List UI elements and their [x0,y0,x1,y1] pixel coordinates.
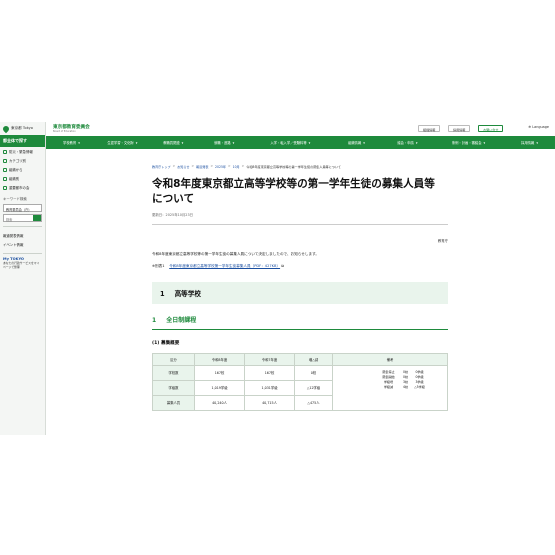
column-header: 増△減 [294,352,333,366]
table-row: 学校数 167校 167校 0校 募集停止 0校 0学級 募集開始 0校 0学級 学… [152,364,448,411]
org-name[interactable]: 東京都教育委員会 Board of Education [53,124,90,133]
gnav-item[interactable]: 学校教育 ▾ [46,140,97,145]
tokyo-logo[interactable]: 東京都 Tokyo [0,122,45,135]
people-icon [3,185,7,190]
breadcrumb-link[interactable]: 2025年 [215,164,226,169]
divider [3,226,42,227]
logo-text: 東京都 Tokyo [11,126,33,130]
list-icon [3,176,7,181]
subsection-heading-fulltime: 1 全日制課程 [152,312,448,330]
browser-viewport: 東京都 Tokyo 都全体で探す 防災・緊急情報 カテゴリ別 組織から 組織別 … [0,122,555,435]
gnav-item[interactable]: 就職・進路 ▾ [199,140,250,145]
left-sidebar: 東京都 Tokyo 都全体で探す 防災・緊急情報 カテゴリ別 組織から 組織別 … [0,122,46,435]
contact-button[interactable]: お問い合せ [478,125,504,132]
sidebar-item-meeting[interactable]: 重要都市の会 [0,183,45,192]
breadcrumb-link[interactable]: 教育庁トップ [152,164,171,169]
table-header-row: 区分 令和8年度 令和7年度 増△減 備考 [152,352,448,366]
gnav-item[interactable]: 条例・計画・審議会 ▾ [433,140,504,145]
department: 教育庁 [437,238,448,243]
column-header: 区分 [152,352,195,366]
alert-icon [3,149,7,154]
sidebar-heading: 都全体で探す [0,135,45,147]
language-selector[interactable]: ⊕ Language [528,125,549,129]
column-header: 令和8年度 [194,352,245,366]
gnav-item[interactable]: 教職員関連 ▾ [148,140,199,145]
event-link[interactable]: イベント情報 [0,240,45,249]
reference-line: ※別表1 令和8年度東京都立高等学校第一学年生徒募集人員（PDF：427KB） … [152,263,284,268]
column-header: 備考 [332,352,448,366]
breadcrumb-link[interactable]: 10月 [233,164,240,169]
recruitment-overview-heading: (1) 募集概要 [152,340,180,346]
lead-text: 令和8年度東京都立高等学校等の第一学年生徒の募集人員について決定しましたので、お… [152,251,319,256]
gnav-item[interactable]: 生涯学習・文化財 ▾ [97,140,148,145]
notes-cell: 募集停止 0校 0学級 募集開始 0校 0学級 学級増 3校 3学級 学級減 4校 △5… [332,364,448,411]
breadcrumb-current: 令和8年度東京都立高等学校等の第一学年生徒の募集人員等について [246,165,341,169]
breadcrumb-link[interactable]: お知らせ [177,164,189,169]
column-header: 令和7年度 [244,352,295,366]
scope-select[interactable]: 教育委員会（庁） [3,204,42,212]
main-content: 教育庁トップ > お知らせ > 報道発表 > 2025年 > 10月 > 令和8年度東京都… [152,164,448,411]
recruitment-table: 区分 令和8年度 令和7年度 増△減 備考 学校数 167校 167校 0校 募… [152,352,448,411]
site-header: 東京都教育委員会 Board of Education 組織情報 採用情報 お問… [46,122,555,136]
ginkgo-icon [1,124,11,133]
sidebar-item-org-list[interactable]: 組織別 [0,174,45,183]
press-release-link[interactable]: 報道発表情報 [0,231,45,240]
divider [3,252,42,254]
gnav-item[interactable]: 採用情報 ▾ [504,140,555,145]
category-icon [3,158,7,163]
gnav-item[interactable]: 組織情報 ▾ [331,140,382,145]
gnav-item[interactable]: 入学・転入学／受験料等 ▾ [250,140,331,145]
search-icon[interactable] [33,215,41,221]
section-heading-high-school: 1 高等学校 [152,281,448,304]
building-icon [3,167,7,172]
breadcrumb-link[interactable]: 報道発表 [196,164,208,169]
keyword-label: キーワード検索 [3,197,27,201]
recruit-button[interactable]: 採用情報 [448,125,471,132]
breadcrumb: 教育庁トップ > お知らせ > 報道発表 > 2025年 > 10月 > 令和8年度東京都… [152,164,341,169]
page-title: 令和8年度東京都立高等学校等の第一学年生徒の募集人員等について [152,178,435,205]
gnav-item[interactable]: 議会・申請 ▾ [382,140,433,145]
sidebar-item-disaster[interactable]: 防災・緊急情報 [0,147,45,156]
updated-date: 更新日：2025年10月23日 [152,213,193,217]
pdf-link[interactable]: 令和8年度東京都立高等学校第一学年生徒募集人員（PDF：427KB） [169,264,280,268]
divider [152,224,448,225]
search-input[interactable]: 検索 [3,214,42,222]
org-info-button[interactable]: 組織情報 [418,125,441,132]
mytokyo-banner[interactable]: My TOKYO あなたの行政サービスをマイページで整理 [3,257,42,269]
sidebar-item-category[interactable]: カテゴリ別 [0,156,45,165]
global-nav: 学校教育 ▾ 生涯学習・文化財 ▾ 教職員関連 ▾ 就職・進路 ▾ 入学・転入学／受験料… [46,136,555,149]
sidebar-item-org[interactable]: 組織から [0,165,45,174]
external-link-icon: ⧉ [281,263,284,268]
